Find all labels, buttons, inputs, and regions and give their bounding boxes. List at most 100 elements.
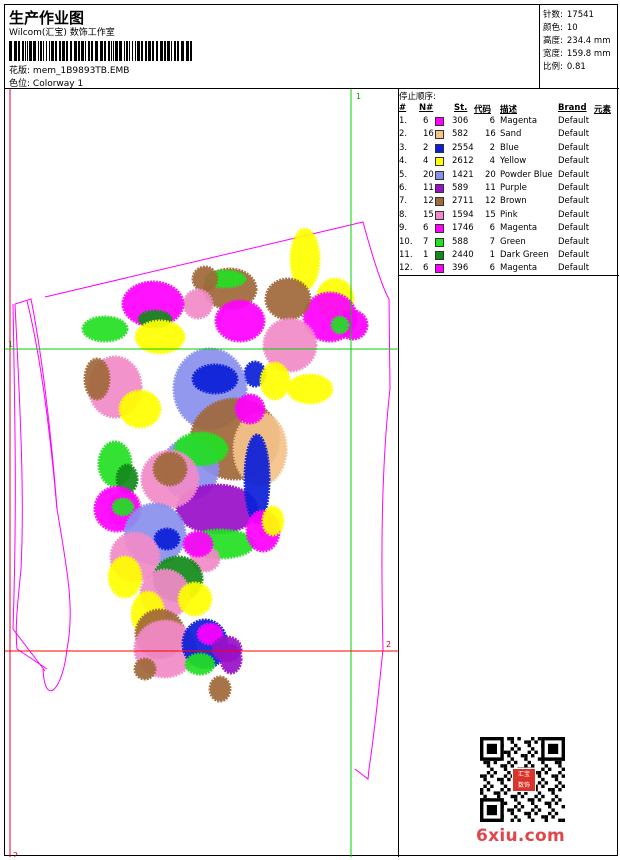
production-sheet: 生产作业图 Wilcom(汇宝) 数饰工作室 花版: mem_1B9893TB.… xyxy=(4,4,619,857)
row-description: Green xyxy=(500,236,526,247)
barcode xyxy=(9,41,192,61)
colorway-value: Colorway 1 xyxy=(32,79,84,89)
row-brand: Default xyxy=(558,129,590,140)
color-swatch xyxy=(435,237,444,247)
row-brand: Default xyxy=(558,209,590,220)
color-swatch xyxy=(435,117,444,126)
row-code: 11 xyxy=(485,183,496,193)
row-stitches: 396 xyxy=(452,263,469,274)
col-header-description: 描述 xyxy=(500,105,518,115)
color-swatch xyxy=(435,170,444,180)
table-row: 2. 16 582 16 Sand Default xyxy=(399,129,619,142)
guide-mark-green-left: 1 xyxy=(8,340,14,349)
row-stitches: 306 xyxy=(452,116,469,126)
company-name: Wilcom(汇宝) 数饰工作室 xyxy=(9,28,115,38)
row-num: 9. xyxy=(399,223,408,234)
guide-mark-green-top: 1 xyxy=(356,92,362,101)
table-row: 4. 4 2612 4 Yellow Default xyxy=(399,156,619,169)
color-swatch xyxy=(435,130,444,140)
stats-panel: 针数: 17541 颜色: 10 高度: 234.4 mm 宽度: 159.8 mm 比… xyxy=(540,5,619,89)
design-file-line: 花版: mem_1B9893TB.EMB xyxy=(9,63,129,76)
row-needle: 20 xyxy=(423,169,434,180)
color-swatch xyxy=(435,224,444,234)
row-num: 7. xyxy=(399,196,408,207)
row-code: 20 xyxy=(485,169,496,180)
row-description: Magenta xyxy=(500,223,538,234)
row-description: Yellow xyxy=(500,156,527,167)
seal-stamp: 汇宝 数饰 xyxy=(512,768,536,792)
row-description: Purple xyxy=(500,183,527,193)
row-needle: 16 xyxy=(423,129,434,140)
row-stitches: 1421 xyxy=(452,169,474,180)
color-swatch xyxy=(435,251,444,260)
row-stitches: 1746 xyxy=(452,223,474,234)
color-swatch xyxy=(435,210,444,220)
table-row: 10. 7 588 7 Green Default xyxy=(399,237,619,250)
row-num: 1. xyxy=(399,116,408,126)
row-stitches: 589 xyxy=(452,183,469,193)
col-header-needle: N# xyxy=(419,103,434,113)
row-code: 12 xyxy=(485,196,496,207)
design-file: mem_1B9893TB.EMB xyxy=(32,66,130,76)
row-stitches: 2711 xyxy=(452,196,474,207)
col-header-element: 元素 xyxy=(594,105,612,115)
row-brand: Default xyxy=(558,236,590,247)
row-brand: Default xyxy=(558,223,590,234)
table-row: 8. 15 1594 15 Pink Default xyxy=(399,210,619,223)
row-code: 1 xyxy=(489,250,495,260)
row-code: 2 xyxy=(489,142,495,153)
row-num: 5. xyxy=(399,169,408,180)
row-stitches: 582 xyxy=(452,129,469,140)
row-brand: Default xyxy=(558,169,590,180)
stat-width: 宽度: 159.8 mm xyxy=(543,49,611,59)
row-needle: 11 xyxy=(423,183,434,193)
row-needle: 15 xyxy=(423,209,434,220)
table-row: 5. 20 1421 20 Powder Blue Default xyxy=(399,170,619,183)
row-code: 6 xyxy=(489,116,495,126)
row-code: 6 xyxy=(489,263,495,274)
table-row: 7. 12 2711 12 Brown Default xyxy=(399,196,619,209)
row-stitches: 2554 xyxy=(452,142,474,153)
row-num: 10. xyxy=(399,236,413,247)
row-needle: 2 xyxy=(423,142,429,153)
row-description: Magenta xyxy=(500,263,538,274)
row-description: Powder Blue xyxy=(500,169,553,180)
row-num: 3. xyxy=(399,142,408,153)
row-num: 8. xyxy=(399,209,408,220)
colorway-label: 色位: xyxy=(9,79,31,89)
table-row: 11. 1 2440 1 Dark Green Default xyxy=(399,250,619,263)
row-num: 6. xyxy=(399,183,408,193)
col-header-brand: Brand xyxy=(558,103,587,113)
row-brand: Default xyxy=(558,116,590,126)
design-canvas[interactable]: 1 1 2 2 xyxy=(5,89,399,857)
row-code: 16 xyxy=(485,129,496,140)
embroidery-preview xyxy=(5,89,398,857)
table-divider xyxy=(399,275,619,276)
row-needle: 6 xyxy=(423,116,429,126)
row-description: Dark Green xyxy=(500,250,549,260)
row-stitches: 588 xyxy=(452,236,469,247)
table-row: 6. 11 589 11 Purple Default xyxy=(399,183,619,196)
row-brand: Default xyxy=(558,156,590,167)
design-label: 花版: xyxy=(9,66,31,76)
col-header-stitches: St. xyxy=(454,103,468,113)
table-row: 1. 6 306 6 Magenta Default xyxy=(399,116,619,129)
row-needle: 6 xyxy=(423,223,429,234)
guide-mark-red-bottom: 2 xyxy=(13,851,19,857)
row-num: 11. xyxy=(399,250,413,260)
row-stitches: 2612 xyxy=(452,156,474,167)
row-num: 12. xyxy=(399,263,413,274)
row-needle: 4 xyxy=(423,156,429,167)
row-code: 7 xyxy=(489,236,495,247)
watermark-logo: 6xiu.com xyxy=(476,826,566,846)
header-panel: 生产作业图 Wilcom(汇宝) 数饰工作室 花版: mem_1B9893TB.… xyxy=(5,5,540,89)
stat-scale: 比例: 0.81 xyxy=(543,62,586,72)
colorway-line: 色位: Colorway 1 xyxy=(9,76,83,89)
row-brand: Default xyxy=(558,263,590,274)
row-needle: 7 xyxy=(423,236,429,247)
row-description: Pink xyxy=(500,209,518,220)
row-description: Sand xyxy=(500,129,522,140)
row-brand: Default xyxy=(558,142,590,153)
guide-mark-red-right: 2 xyxy=(386,640,392,649)
row-code: 6 xyxy=(489,223,495,234)
